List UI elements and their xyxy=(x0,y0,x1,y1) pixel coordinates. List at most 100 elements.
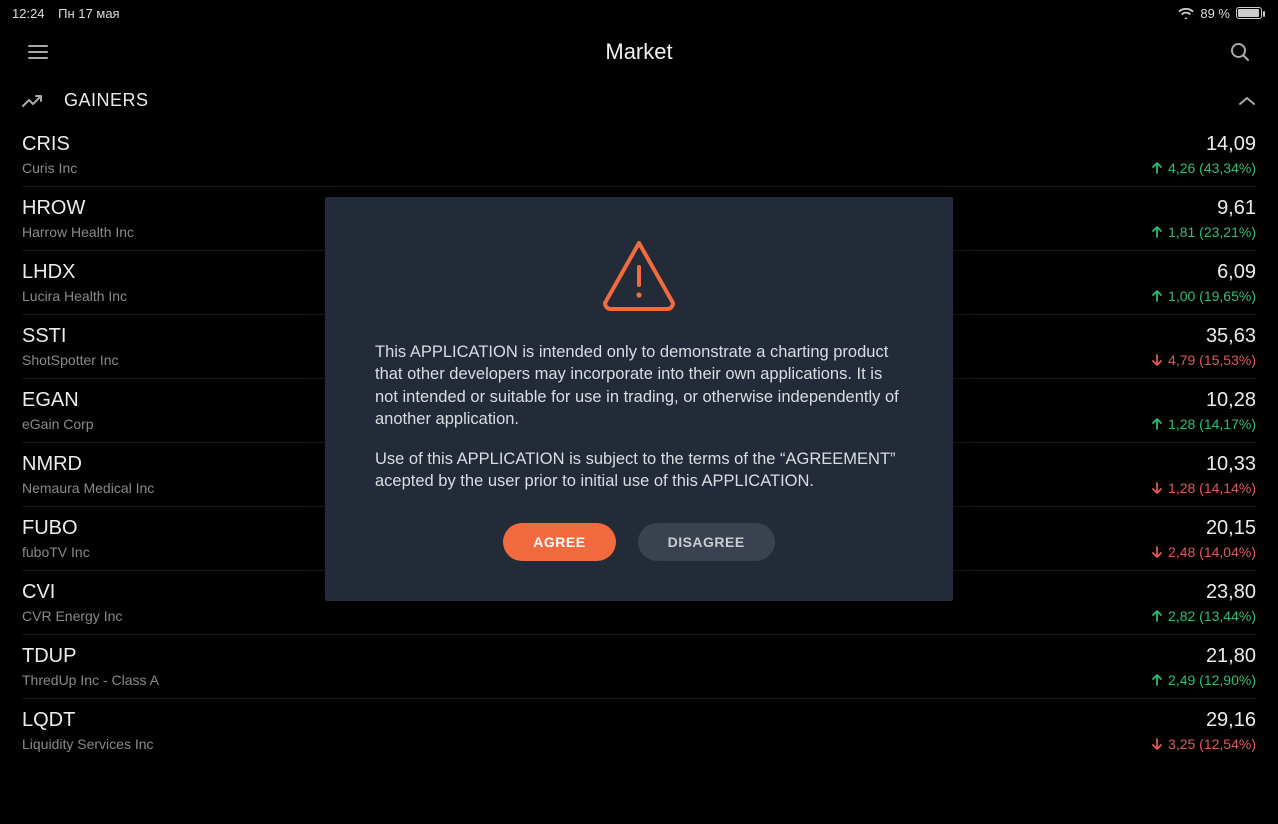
stock-row-left: SSTI ShotSpotter Inc xyxy=(22,325,119,368)
arrow-up-icon xyxy=(1150,417,1164,431)
stock-company: CVR Energy Inc xyxy=(22,608,122,624)
chevron-up-icon xyxy=(1238,95,1256,107)
stock-change: 2,48 (14,04%) xyxy=(1150,544,1256,560)
modal-paragraph-2: Use of this APPLICATION is subject to th… xyxy=(375,448,903,493)
arrow-up-icon xyxy=(1150,673,1164,687)
stock-change-value: 2,49 (12,90%) xyxy=(1168,672,1256,688)
arrow-down-icon xyxy=(1150,481,1164,495)
section-title: GAINERS xyxy=(64,90,149,111)
stock-price: 29,16 xyxy=(1206,709,1256,732)
stock-change: 2,49 (12,90%) xyxy=(1150,672,1256,688)
stock-ticker: TDUP xyxy=(22,645,159,668)
modal-text: This APPLICATION is intended only to dem… xyxy=(375,341,903,511)
modal-paragraph-1: This APPLICATION is intended only to dem… xyxy=(375,341,903,430)
stock-change: 4,26 (43,34%) xyxy=(1150,160,1256,176)
stock-change-value: 1,81 (23,21%) xyxy=(1168,224,1256,240)
stock-row-left: NMRD Nemaura Medical Inc xyxy=(22,453,154,496)
stock-ticker: HROW xyxy=(22,197,134,220)
stock-change-value: 1,28 (14,17%) xyxy=(1168,416,1256,432)
stock-change-value: 4,79 (15,53%) xyxy=(1168,352,1256,368)
status-bar: 12:24 Пн 17 мая 89 % xyxy=(0,0,1278,26)
stock-row-left: CVI CVR Energy Inc xyxy=(22,581,122,624)
arrow-up-icon xyxy=(1150,161,1164,175)
arrow-down-icon xyxy=(1150,545,1164,559)
stock-change: 1,00 (19,65%) xyxy=(1150,288,1256,304)
stock-ticker: CVI xyxy=(22,581,122,604)
stock-price: 14,09 xyxy=(1206,133,1256,156)
stock-row-right: 35,63 4,79 (15,53%) xyxy=(1150,325,1256,368)
warning-icon xyxy=(599,237,679,311)
stock-row-right: 29,16 3,25 (12,54%) xyxy=(1150,709,1256,752)
stock-row-right: 10,28 1,28 (14,17%) xyxy=(1150,389,1256,432)
stock-change-value: 3,25 (12,54%) xyxy=(1168,736,1256,752)
stock-row-right: 10,33 1,28 (14,14%) xyxy=(1150,453,1256,496)
stock-price: 6,09 xyxy=(1217,261,1256,284)
stock-company: fuboTV Inc xyxy=(22,544,90,560)
stock-change-value: 2,82 (13,44%) xyxy=(1168,608,1256,624)
stock-change-value: 1,28 (14,14%) xyxy=(1168,480,1256,496)
stock-ticker: LQDT xyxy=(22,709,154,732)
stock-ticker: FUBO xyxy=(22,517,90,540)
stock-price: 35,63 xyxy=(1206,325,1256,348)
arrow-up-icon xyxy=(1150,609,1164,623)
stock-row-left: CRIS Curis Inc xyxy=(22,133,77,176)
stock-change: 1,28 (14,17%) xyxy=(1150,416,1256,432)
arrow-down-icon xyxy=(1150,353,1164,367)
disagree-button[interactable]: DISAGREE xyxy=(638,523,775,561)
stock-row-right: 9,61 1,81 (23,21%) xyxy=(1150,197,1256,240)
stock-change-value: 1,00 (19,65%) xyxy=(1168,288,1256,304)
stock-ticker: SSTI xyxy=(22,325,119,348)
stock-row[interactable]: CRIS Curis Inc 14,09 4,26 (43,34%) xyxy=(22,123,1256,187)
stock-change: 1,28 (14,14%) xyxy=(1150,480,1256,496)
stock-change-value: 2,48 (14,04%) xyxy=(1168,544,1256,560)
status-date: Пн 17 мая xyxy=(58,6,119,21)
status-time: 12:24 xyxy=(12,6,45,21)
stock-ticker: EGAN xyxy=(22,389,94,412)
battery-percent: 89 % xyxy=(1200,6,1230,21)
stock-ticker: LHDX xyxy=(22,261,127,284)
stock-price: 21,80 xyxy=(1206,645,1256,668)
stock-change: 3,25 (12,54%) xyxy=(1150,736,1256,752)
stock-row-right: 6,09 1,00 (19,65%) xyxy=(1150,261,1256,304)
stock-row-left: HROW Harrow Health Inc xyxy=(22,197,134,240)
stock-row-right: 14,09 4,26 (43,34%) xyxy=(1150,133,1256,176)
arrow-up-icon xyxy=(1150,289,1164,303)
arrow-up-icon xyxy=(1150,225,1164,239)
status-right: 89 % xyxy=(1178,6,1262,21)
stock-row[interactable]: LQDT Liquidity Services Inc 29,16 3,25 (12,… xyxy=(22,699,1256,762)
stock-company: Liquidity Services Inc xyxy=(22,736,154,752)
stock-row-right: 21,80 2,49 (12,90%) xyxy=(1150,645,1256,688)
stock-price: 10,28 xyxy=(1206,389,1256,412)
agree-button[interactable]: AGREE xyxy=(503,523,615,561)
stock-price: 23,80 xyxy=(1206,581,1256,604)
stock-row-left: EGAN eGain Corp xyxy=(22,389,94,432)
disclaimer-modal: This APPLICATION is intended only to dem… xyxy=(325,197,953,601)
trending-up-icon xyxy=(22,94,44,108)
app-header: Market xyxy=(0,26,1278,78)
stock-company: Harrow Health Inc xyxy=(22,224,134,240)
stock-row-left: LHDXLucira Health Inc xyxy=(22,261,127,304)
stock-company: ShotSpotter Inc xyxy=(22,352,119,368)
section-header-gainers[interactable]: GAINERS xyxy=(0,78,1278,123)
arrow-down-icon xyxy=(1150,737,1164,751)
menu-button[interactable] xyxy=(24,38,52,66)
stock-change: 2,82 (13,44%) xyxy=(1150,608,1256,624)
stock-price: 9,61 xyxy=(1217,197,1256,220)
stock-company: Nemaura Medical Inc xyxy=(22,480,154,496)
stock-row-left: FUBO fuboTV Inc xyxy=(22,517,90,560)
search-button[interactable] xyxy=(1226,38,1254,66)
battery-icon xyxy=(1236,7,1262,19)
stock-row-right: 20,15 2,48 (14,04%) xyxy=(1150,517,1256,560)
stock-company: eGain Corp xyxy=(22,416,94,432)
stock-change: 1,81 (23,21%) xyxy=(1150,224,1256,240)
stock-row-left: TDUPThredUp Inc - Class A xyxy=(22,645,159,688)
stock-row[interactable]: TDUPThredUp Inc - Class A 21,80 2,49 (12,9… xyxy=(22,635,1256,699)
stock-row-right: 23,80 2,82 (13,44%) xyxy=(1150,581,1256,624)
stock-company: Curis Inc xyxy=(22,160,77,176)
stock-ticker: CRIS xyxy=(22,133,77,156)
stock-row-left: LQDT Liquidity Services Inc xyxy=(22,709,154,752)
stock-price: 20,15 xyxy=(1206,517,1256,540)
stock-ticker: NMRD xyxy=(22,453,154,476)
stock-change-value: 4,26 (43,34%) xyxy=(1168,160,1256,176)
stock-price: 10,33 xyxy=(1206,453,1256,476)
